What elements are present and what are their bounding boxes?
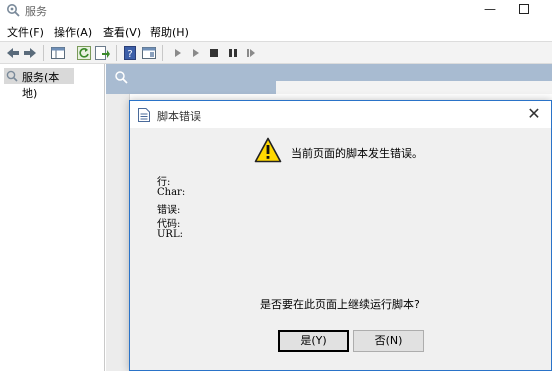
menu-action[interactable]: 操作(A) [54, 24, 92, 40]
window-title: 服务 [25, 5, 47, 18]
details-pane-header [106, 64, 552, 94]
toolbar-separator [116, 45, 117, 61]
close-button[interactable]: ✕ [522, 104, 546, 124]
window-titlebar: 服务 — [0, 0, 552, 20]
dialog-title: 脚本错误 [157, 110, 201, 123]
stop-icon[interactable] [206, 45, 222, 61]
script-error-dialog: 脚本错误 ✕ 当前页面的脚本发生错误。 行: Char: 错误: 代码: URL… [129, 100, 552, 371]
no-button[interactable]: 否(N) [353, 330, 424, 352]
show-hide-pane-icon[interactable] [141, 45, 157, 61]
menu-bar: 文件(F) 操作(A) 查看(V) 帮助(H) [0, 21, 552, 41]
services-gear-icon [6, 70, 18, 82]
tree-item-label: 服务(本地) [22, 71, 60, 100]
menu-view[interactable]: 查看(V) [103, 24, 141, 40]
tree-item-services-local[interactable]: 服务(本地) [4, 68, 74, 100]
forward-arrow-icon[interactable] [22, 45, 38, 61]
minimize-button[interactable]: — [472, 0, 508, 20]
back-arrow-icon[interactable] [5, 45, 21, 61]
document-icon [138, 108, 150, 122]
help-icon[interactable]: ? [122, 45, 138, 61]
field-url-label: URL: [157, 229, 183, 240]
maximize-icon [519, 4, 529, 14]
console-tree-pane: 服务(本地) [0, 64, 105, 371]
play-icon[interactable] [170, 45, 186, 61]
refresh-icon[interactable] [76, 45, 92, 61]
field-error-label: 错误: [157, 205, 181, 216]
field-code-label: 代码: [157, 219, 181, 230]
dialog-titlebar: 脚本错误 ✕ [130, 101, 551, 128]
details-pane-left-strip [106, 94, 130, 371]
services-gear-icon [7, 4, 20, 17]
services-gear-icon [115, 71, 128, 84]
menu-file[interactable]: 文件(F) [7, 24, 44, 40]
svg-text:?: ? [127, 49, 132, 60]
continue-question: 是否要在此页面上继续运行脚本? [260, 298, 420, 311]
maximize-button[interactable] [506, 0, 542, 20]
warning-icon [254, 137, 282, 163]
export-list-icon[interactable] [94, 45, 110, 61]
restart-icon[interactable] [243, 45, 259, 61]
play-outline-icon[interactable] [188, 45, 204, 61]
toolbar: ? [0, 41, 552, 64]
toolbar-separator [162, 45, 163, 61]
field-char-label: Char: [157, 187, 186, 198]
yes-button[interactable]: 是(Y) [278, 330, 349, 352]
details-pane-tab-strip [276, 81, 552, 94]
toolbar-separator [43, 45, 44, 61]
pause-icon[interactable] [225, 45, 241, 61]
menu-help[interactable]: 帮助(H) [150, 24, 189, 40]
error-message: 当前页面的脚本发生错误。 [291, 147, 423, 160]
console-tree-icon[interactable] [50, 45, 66, 61]
field-line-label: 行: [157, 177, 171, 188]
